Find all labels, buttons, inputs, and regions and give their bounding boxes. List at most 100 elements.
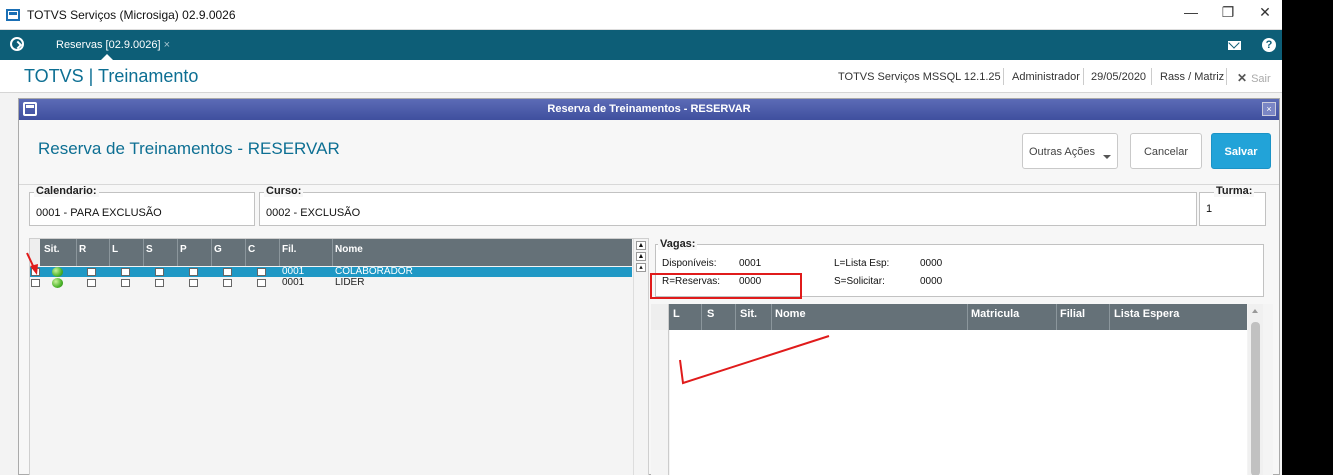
scroll-top-button[interactable]: ▲ [636,241,646,250]
col-s[interactable]: S [707,308,714,320]
col-c[interactable]: C [248,244,255,255]
help-icon[interactable]: ? [1262,38,1276,52]
col-separator [143,239,144,266]
col-separator [76,239,77,266]
row-select-checkbox[interactable] [31,279,40,287]
col-sit[interactable]: Sit. [44,244,60,255]
restore-button[interactable]: ❐ [1213,4,1243,21]
branch-info[interactable]: Rass / Matriz [1160,71,1224,83]
row-fil: 0001 [282,277,305,288]
tab-bar: Reservas [02.9.0026] × ? [0,30,1282,60]
lista-esp-label: L=Lista Esp: [834,258,890,269]
curso-value: 0002 - EXCLUSÃO [266,207,361,219]
scrollbar-thumb[interactable] [1251,322,1260,475]
turma-value: 1 [1206,203,1213,215]
dialog-title-bar: Reserva de Treinamentos - RESERVAR × [19,99,1279,120]
calendario-label: Calendario: [34,185,99,197]
col-r[interactable]: R [79,244,86,255]
cancel-button[interactable]: Cancelar [1130,133,1202,169]
more-actions-label: Outras Ações [1028,146,1096,158]
tab-close-icon[interactable]: × [164,39,170,51]
reservations-grid-scrollbar[interactable] [1248,304,1263,475]
solicitar-label: S=Solicitar: [834,276,885,287]
col-filial[interactable]: Filial [1060,308,1085,320]
scroll-up-button[interactable]: ▴ [636,263,646,272]
participants-grid-scrollbar[interactable]: ▲ ▲ ▴ [633,239,648,475]
dialog-title: Reserva de Treinamentos - RESERVAR [547,103,751,115]
scroll-up-arrow-icon[interactable] [1252,309,1258,313]
exit-button[interactable]: ✕ Sair [1237,71,1271,85]
col-separator [1109,304,1110,330]
exit-label: Sair [1251,73,1271,85]
row-nome: LIDER [335,277,365,288]
g-checkbox[interactable] [223,268,232,276]
tab-label: Reservas [02.9.0026] [56,39,161,51]
r-checkbox[interactable] [87,279,96,287]
solicitar-value: 0000 [920,276,943,287]
row-indicator-column [651,330,669,475]
lista-esp-value: 0000 [920,258,943,269]
l-checkbox[interactable] [121,279,130,287]
vagas-panel: Vagas: Disponíveis: 0001 L=Lista Esp: 00… [655,238,1264,297]
calendario-field[interactable]: Calendario: 0001 - PARA EXCLUSÃO [29,185,255,226]
col-separator [771,304,772,330]
col-g[interactable]: G [214,244,222,255]
col-l[interactable]: L [673,308,680,320]
col-separator [177,239,178,266]
more-actions-button[interactable]: Outras Ações [1022,133,1118,169]
environment-info[interactable]: TOTVS Serviços MSSQL 12.1.25 [838,71,1001,83]
p-checkbox[interactable] [189,279,198,287]
user-info[interactable]: Administrador [1012,71,1080,83]
c-checkbox[interactable] [257,279,266,287]
c-checkbox[interactable] [257,268,266,276]
table-row[interactable]: 0001 COLABORADOR [30,267,632,277]
reservations-grid-body[interactable] [670,330,1247,475]
col-fil[interactable]: Fil. [282,244,296,255]
g-checkbox[interactable] [223,279,232,287]
col-s[interactable]: S [146,244,153,255]
dialog-close-button[interactable]: × [1262,102,1276,116]
reservations-grid[interactable]: L S Sit. Nome Matricula Filial Lista Esp… [651,304,1273,475]
date-info[interactable]: 29/05/2020 [1091,71,1146,83]
col-separator [332,239,333,266]
turma-field[interactable]: Turma: 1 [1199,185,1266,226]
s-checkbox[interactable] [155,268,164,276]
col-lista-espera[interactable]: Lista Espera [1114,308,1179,320]
exit-icon: ✕ [1237,71,1248,85]
home-icon[interactable] [10,37,24,51]
window-title-bar: TOTVS Serviços (Microsiga) 02.9.0026 — ❐… [0,0,1282,30]
header-divider [1003,68,1004,85]
participants-grid[interactable]: Sit. R L S P G C Fil. Nome 0001 COLABORA… [29,238,649,475]
s-checkbox[interactable] [155,279,164,287]
col-separator [1056,304,1057,330]
r-checkbox[interactable] [87,268,96,276]
header-divider [1151,68,1152,85]
close-window-button[interactable]: ✕ [1250,4,1280,21]
col-nome[interactable]: Nome [335,244,363,255]
table-row[interactable]: 0001 LIDER [30,278,632,288]
mail-icon[interactable] [1228,41,1241,50]
col-l[interactable]: L [112,244,118,255]
dialog-header: Reserva de Treinamentos - RESERVAR Outra… [19,121,1279,185]
col-sit[interactable]: Sit. [740,308,757,320]
col-separator [701,304,702,330]
save-button[interactable]: Salvar [1211,133,1271,169]
disponiveis-value: 0001 [739,258,762,269]
page-title: Reserva de Treinamentos - RESERVAR [38,139,340,158]
col-nome[interactable]: Nome [775,308,806,320]
chevron-down-icon [1103,155,1112,159]
col-matricula[interactable]: Matricula [971,308,1019,320]
scroll-top-button[interactable]: ▲ [636,252,646,261]
minimize-button[interactable]: — [1176,4,1206,20]
curso-field[interactable]: Curso: 0002 - EXCLUSÃO [259,185,1197,226]
status-ok-icon [52,278,63,288]
grid-corner [30,239,40,266]
participants-grid-header: Sit. R L S P G C Fil. Nome [30,239,632,266]
l-checkbox[interactable] [121,268,130,276]
row-select-checkbox[interactable] [31,268,40,276]
header-divider [1226,68,1227,85]
col-separator [967,304,968,330]
col-p[interactable]: P [180,244,187,255]
col-separator [245,239,246,266]
p-checkbox[interactable] [189,268,198,276]
